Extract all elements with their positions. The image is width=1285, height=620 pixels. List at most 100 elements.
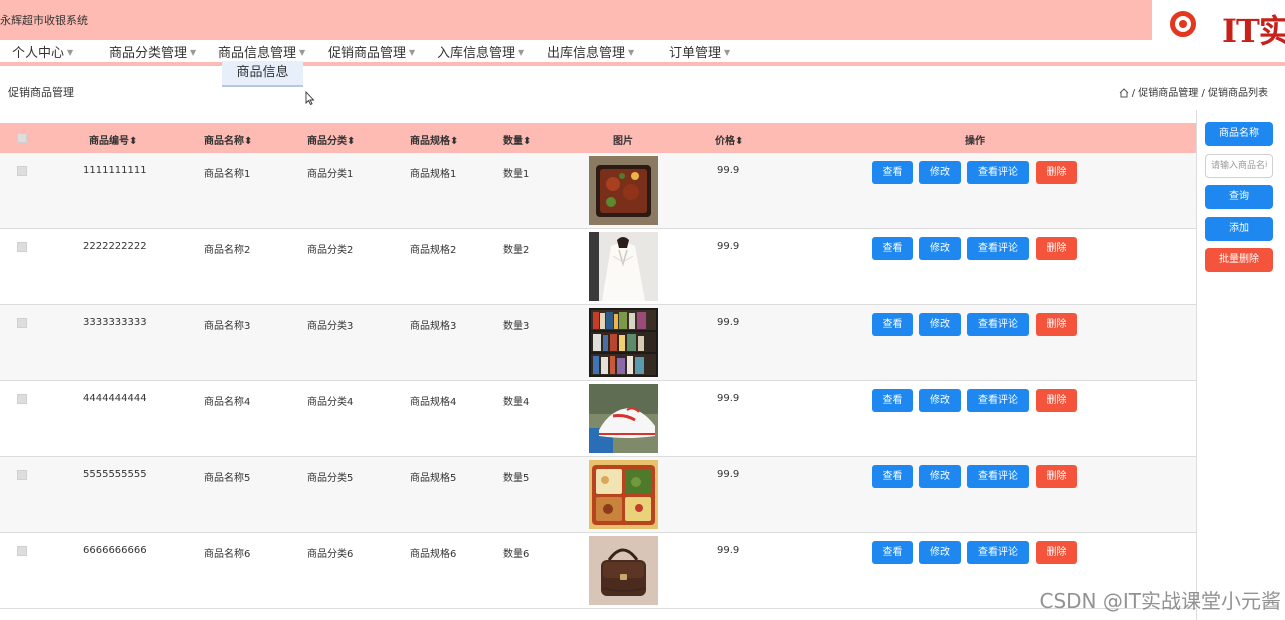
table-row: 3333333333 商品名称3 商品分类3 商品规格3 数量3 99.9 查看 修改 查看评论… bbox=[0, 305, 1196, 381]
nav-item-inbound-mgmt[interactable]: 入库信息管理 ▼ bbox=[437, 42, 524, 61]
cell-category: 商品分类3 bbox=[307, 321, 354, 332]
product-image[interactable] bbox=[589, 384, 658, 453]
cell-name: 商品名称2 bbox=[204, 245, 251, 256]
row-checkbox[interactable] bbox=[17, 470, 27, 480]
row-checkbox[interactable] bbox=[17, 394, 27, 404]
batch-delete-button[interactable]: 批量删除 bbox=[1205, 248, 1273, 272]
logo-mark-icon bbox=[1170, 11, 1196, 37]
row-checkbox[interactable] bbox=[17, 318, 27, 328]
product-image[interactable] bbox=[589, 232, 658, 301]
view-reviews-button[interactable]: 查看评论 bbox=[967, 541, 1029, 564]
col-header-price[interactable]: 价格⬍ bbox=[715, 132, 743, 147]
col-header-category[interactable]: 商品分类⬍ bbox=[307, 132, 355, 147]
delete-button[interactable]: 删除 bbox=[1036, 465, 1077, 488]
cell-quantity: 数量3 bbox=[503, 321, 530, 332]
nav-label: 订单管理 bbox=[669, 46, 722, 61]
cell-price: 99.9 bbox=[717, 317, 740, 328]
cell-spec: 商品规格4 bbox=[410, 397, 457, 408]
cell-price: 99.9 bbox=[717, 165, 740, 176]
row-checkbox[interactable] bbox=[17, 242, 27, 252]
nav-item-outbound-mgmt[interactable]: 出库信息管理 ▼ bbox=[547, 42, 634, 61]
delete-button[interactable]: 删除 bbox=[1036, 161, 1077, 184]
col-header-code[interactable]: 商品编号⬍ bbox=[89, 132, 137, 147]
cell-price: 99.9 bbox=[717, 545, 740, 556]
nav-label: 出库信息管理 bbox=[547, 46, 626, 61]
cell-spec: 商品规格3 bbox=[410, 321, 457, 332]
view-button[interactable]: 查看 bbox=[872, 237, 913, 260]
view-button[interactable]: 查看 bbox=[872, 541, 913, 564]
cell-price: 99.9 bbox=[717, 469, 740, 480]
chevron-down-icon: ▼ bbox=[67, 48, 74, 57]
watermark: CSDN @IT实战课堂小元酱 bbox=[1039, 589, 1282, 613]
nav-label: 商品信息管理 bbox=[218, 46, 297, 61]
view-reviews-button[interactable]: 查看评论 bbox=[967, 161, 1029, 184]
cell-category: 商品分类2 bbox=[307, 245, 354, 256]
col-header-label: 商品分类 bbox=[307, 136, 347, 147]
cell-price: 99.9 bbox=[717, 241, 740, 252]
row-checkbox[interactable] bbox=[17, 546, 27, 556]
delete-button[interactable]: 删除 bbox=[1036, 237, 1077, 260]
breadcrumb-item-promo-mgmt[interactable]: 促销商品管理 bbox=[1138, 88, 1198, 99]
nav-label: 商品分类管理 bbox=[109, 46, 188, 61]
promo-product-table: 商品编号⬍ 商品名称⬍ 商品分类⬍ 商品规格⬍ 数量⬍ 图片 价格⬍ 操作 11… bbox=[0, 123, 1196, 609]
select-all-checkbox[interactable] bbox=[17, 133, 27, 143]
breadcrumb-sep: / bbox=[1201, 88, 1205, 99]
product-image[interactable] bbox=[589, 156, 658, 225]
chevron-down-icon: ▼ bbox=[190, 48, 197, 57]
cell-quantity: 数量2 bbox=[503, 245, 530, 256]
sort-icon: ⬍ bbox=[735, 136, 744, 147]
col-header-quantity[interactable]: 数量⬍ bbox=[503, 132, 531, 147]
view-button[interactable]: 查看 bbox=[872, 161, 913, 184]
cell-category: 商品分类4 bbox=[307, 397, 354, 408]
nav-item-order-mgmt[interactable]: 订单管理 ▼ bbox=[669, 42, 730, 61]
nav-item-product-mgmt[interactable]: 商品信息管理 ▼ bbox=[218, 42, 305, 61]
col-header-name[interactable]: 商品名称⬍ bbox=[204, 132, 252, 147]
query-button[interactable]: 查询 bbox=[1205, 185, 1273, 209]
view-reviews-button[interactable]: 查看评论 bbox=[967, 465, 1029, 488]
cell-code: 4444444444 bbox=[83, 393, 147, 404]
view-button[interactable]: 查看 bbox=[872, 313, 913, 336]
view-button[interactable]: 查看 bbox=[872, 389, 913, 412]
page-header: 促销商品管理 / 促销商品管理 / 促销商品列表 bbox=[0, 84, 1285, 100]
cell-spec: 商品规格1 bbox=[410, 169, 457, 180]
nav-item-personal-center[interactable]: 个人中心 ▼ bbox=[12, 42, 73, 61]
edit-button[interactable]: 修改 bbox=[919, 389, 961, 412]
cell-code: 2222222222 bbox=[83, 241, 147, 252]
delete-button[interactable]: 删除 bbox=[1036, 313, 1077, 336]
cell-name: 商品名称3 bbox=[204, 321, 251, 332]
cell-name: 商品名称1 bbox=[204, 169, 251, 180]
cell-category: 商品分类6 bbox=[307, 549, 354, 560]
nav-item-promo-mgmt[interactable]: 促销商品管理 ▼ bbox=[328, 42, 415, 61]
product-image[interactable] bbox=[589, 536, 658, 605]
view-reviews-button[interactable]: 查看评论 bbox=[967, 237, 1029, 260]
edit-button[interactable]: 修改 bbox=[919, 237, 961, 260]
delete-button[interactable]: 删除 bbox=[1036, 541, 1077, 564]
table-row: 1111111111 商品名称1 商品分类1 商品规格1 数量1 99.9 查看 修改 查看评论… bbox=[0, 153, 1196, 229]
edit-button[interactable]: 修改 bbox=[919, 465, 961, 488]
col-header-label: 数量 bbox=[503, 136, 523, 147]
table-row: 5555555555 商品名称5 商品分类5 商品规格5 数量5 99.9 查看 修改 查看评论… bbox=[0, 457, 1196, 533]
cell-code: 5555555555 bbox=[83, 469, 147, 480]
table-body: 1111111111 商品名称1 商品分类1 商品规格1 数量1 99.9 查看 修改 查看评论… bbox=[0, 153, 1196, 609]
product-image[interactable] bbox=[589, 460, 658, 529]
edit-button[interactable]: 修改 bbox=[919, 541, 961, 564]
edit-button[interactable]: 修改 bbox=[919, 313, 961, 336]
view-button[interactable]: 查看 bbox=[872, 465, 913, 488]
view-reviews-button[interactable]: 查看评论 bbox=[967, 313, 1029, 336]
nav-item-category-mgmt[interactable]: 商品分类管理 ▼ bbox=[109, 42, 196, 61]
cell-spec: 商品规格5 bbox=[410, 473, 457, 484]
edit-button[interactable]: 修改 bbox=[919, 161, 961, 184]
col-header-spec[interactable]: 商品规格⬍ bbox=[410, 132, 458, 147]
breadcrumb-item-promo-list: 促销商品列表 bbox=[1208, 88, 1268, 99]
view-reviews-button[interactable]: 查看评论 bbox=[967, 389, 1029, 412]
chevron-down-icon: ▼ bbox=[299, 48, 306, 57]
home-icon[interactable] bbox=[1119, 88, 1129, 98]
field-label-button[interactable]: 商品名称 bbox=[1205, 122, 1273, 146]
col-header-image: 图片 bbox=[613, 136, 633, 147]
delete-button[interactable]: 删除 bbox=[1036, 389, 1077, 412]
search-input[interactable] bbox=[1205, 154, 1273, 178]
add-button[interactable]: 添加 bbox=[1205, 217, 1273, 241]
col-header-actions: 操作 bbox=[965, 136, 985, 147]
row-checkbox[interactable] bbox=[17, 166, 27, 176]
product-image[interactable] bbox=[589, 308, 658, 377]
